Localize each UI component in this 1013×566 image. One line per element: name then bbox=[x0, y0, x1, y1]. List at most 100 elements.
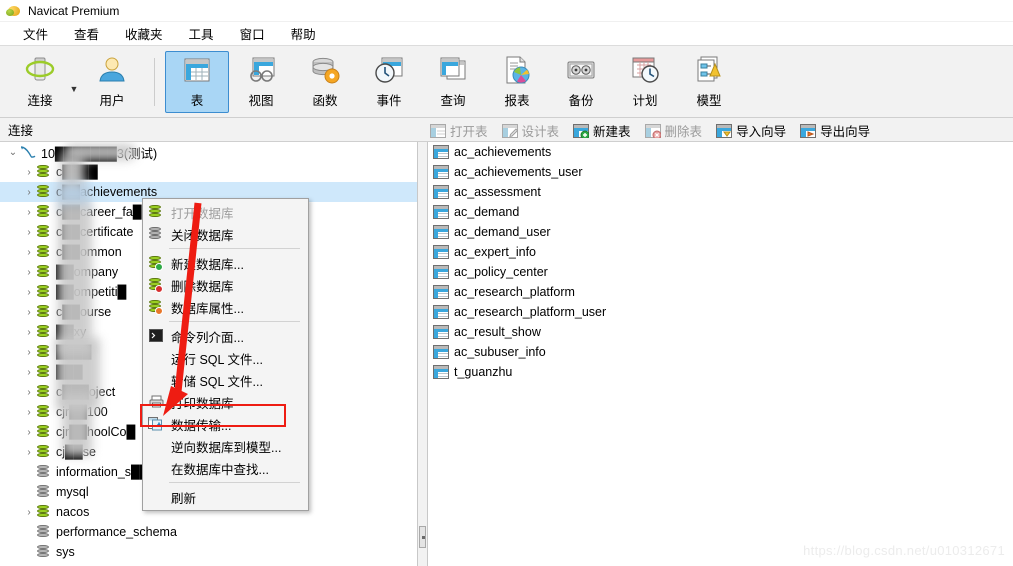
expand-arrow-icon[interactable]: › bbox=[22, 227, 36, 238]
toolbar-button-event[interactable]: 事件 bbox=[357, 51, 421, 113]
table-list-item[interactable]: ac_achievements_user bbox=[429, 162, 1013, 182]
table-icon bbox=[433, 265, 449, 279]
context-item-database-properties[interactable]: 数据库属性... bbox=[143, 296, 308, 318]
expand-arrow-icon[interactable]: › bbox=[22, 427, 36, 438]
context-item-run-sql-file[interactable]: 运行 SQL 文件... bbox=[143, 347, 308, 369]
context-label: 数据传输... bbox=[171, 418, 232, 433]
open-table-button[interactable]: 打开表 bbox=[428, 120, 490, 141]
context-item-open-database[interactable]: 打开数据库 bbox=[143, 201, 308, 223]
table-list-item[interactable]: ac_demand bbox=[429, 202, 1013, 222]
table-name: ac_demand bbox=[454, 205, 520, 219]
expand-arrow-icon[interactable]: › bbox=[22, 447, 36, 458]
tree-database-label: nacos bbox=[56, 505, 90, 519]
menu-help[interactable]: 帮助 bbox=[278, 22, 329, 45]
expand-arrow-icon[interactable]: › bbox=[22, 287, 36, 298]
delete-database-icon bbox=[147, 277, 165, 293]
toolbar-button-view[interactable]: 视图 bbox=[229, 51, 293, 113]
toolbar-button-backup[interactable]: 备份 bbox=[549, 51, 613, 113]
tree-database-node[interactable]: ›performance_schema bbox=[0, 522, 417, 542]
expand-arrow-icon[interactable]: › bbox=[22, 247, 36, 258]
toolbar-button-schedule[interactable]: 计划 bbox=[613, 51, 677, 113]
context-item-new-database[interactable]: 新建数据库... bbox=[143, 252, 308, 274]
context-item-console[interactable]: 命令列介面... bbox=[143, 325, 308, 347]
tree-database-label: information_s██ bbox=[56, 465, 149, 479]
expand-arrow-icon[interactable]: › bbox=[22, 327, 36, 338]
table-list-item[interactable]: ac_policy_center bbox=[429, 262, 1013, 282]
context-item-delete-database[interactable]: 删除数据库 bbox=[143, 274, 308, 296]
watermark-text: https://blog.csdn.net/u010312671 bbox=[803, 543, 1005, 558]
navicat-logo-icon bbox=[6, 3, 22, 19]
design-table-button[interactable]: 设计表 bbox=[500, 120, 562, 141]
table-list-item[interactable]: ac_subuser_info bbox=[429, 342, 1013, 362]
table-list-item[interactable]: ac_demand_user bbox=[429, 222, 1013, 242]
menu-window[interactable]: 窗口 bbox=[227, 22, 278, 45]
table-list: ac_achievements ac_achievements_user ac_as… bbox=[429, 142, 1013, 382]
table-icon bbox=[433, 185, 449, 199]
table-list-item[interactable]: ac_research_platform_user bbox=[429, 302, 1013, 322]
database-closed-icon bbox=[36, 465, 51, 479]
context-separator bbox=[169, 248, 300, 249]
database-open-icon bbox=[36, 305, 51, 319]
splitter-grip[interactable] bbox=[419, 526, 426, 548]
expand-arrow-icon[interactable]: › bbox=[22, 187, 36, 198]
event-icon bbox=[373, 54, 405, 86]
expand-arrow-icon[interactable]: › bbox=[22, 387, 36, 398]
import-wizard-button[interactable]: 导入向导 bbox=[714, 120, 788, 141]
context-item-close-database[interactable]: 关闭数据库 bbox=[143, 223, 308, 245]
expand-arrow-icon[interactable]: › bbox=[22, 267, 36, 278]
table-list-item[interactable]: ac_research_platform bbox=[429, 282, 1013, 302]
expand-arrow-icon[interactable]: › bbox=[22, 347, 36, 358]
toolbar-button-user[interactable]: 用户 bbox=[80, 51, 144, 113]
expand-arrow-icon[interactable]: › bbox=[22, 367, 36, 378]
menu-file[interactable]: 文件 bbox=[10, 22, 61, 45]
menu-tools[interactable]: 工具 bbox=[176, 22, 227, 45]
toolbar-button-report[interactable]: 报表 bbox=[485, 51, 549, 113]
context-item-print-database[interactable]: 打印数据库 bbox=[143, 391, 308, 413]
panel-splitter[interactable] bbox=[418, 142, 428, 566]
database-closed-icon bbox=[36, 525, 51, 539]
expand-arrow-icon[interactable]: ⌄ bbox=[6, 147, 20, 158]
export-wizard-button[interactable]: 导出向导 bbox=[798, 120, 872, 141]
table-icon bbox=[433, 345, 449, 359]
chevron-down-icon[interactable]: ▼ bbox=[68, 70, 80, 94]
expand-arrow-icon[interactable]: › bbox=[22, 207, 36, 218]
toolbar-button-connection[interactable]: 连接 bbox=[8, 51, 72, 113]
table-list-item[interactable]: ac_assessment bbox=[429, 182, 1013, 202]
context-item-data-transfer[interactable]: 数据传输... bbox=[143, 413, 308, 435]
toolbar-label-schedule: 计划 bbox=[632, 94, 658, 108]
tree-database-node[interactable]: ›sys bbox=[0, 542, 417, 562]
toolbar-button-function[interactable]: 函数 bbox=[293, 51, 357, 113]
database-open-icon bbox=[36, 325, 51, 339]
table-name: ac_result_show bbox=[454, 325, 541, 339]
console-icon bbox=[147, 328, 165, 344]
expand-arrow-icon[interactable]: › bbox=[22, 167, 36, 178]
delete-table-button[interactable]: 删除表 bbox=[643, 120, 705, 141]
expand-arrow-icon[interactable]: › bbox=[22, 407, 36, 418]
new-table-button[interactable]: 新建表 bbox=[571, 120, 633, 141]
main-toolbar: 连接 ▼ 用户 表 视图 函数 事件 查询 报表 备份 计划 模型 bbox=[0, 46, 1013, 118]
menu-favorites[interactable]: 收藏夹 bbox=[112, 22, 176, 45]
expand-arrow-icon[interactable]: › bbox=[22, 507, 36, 518]
table-list-item[interactable]: t_guanzhu bbox=[429, 362, 1013, 382]
context-label: 逆向数据库到模型... bbox=[171, 440, 282, 455]
toolbar-button-model[interactable]: 模型 bbox=[677, 51, 741, 113]
context-item-dump-sql-file[interactable]: 转储 SQL 文件... bbox=[143, 369, 308, 391]
context-item-reverse-database-to-model[interactable]: 逆向数据库到模型... bbox=[143, 435, 308, 457]
export-wizard-label: 导出向导 bbox=[820, 125, 871, 139]
query-icon bbox=[437, 54, 469, 86]
table-list-item[interactable]: ac_expert_info bbox=[429, 242, 1013, 262]
database-context-menu[interactable]: 打开数据库 关闭数据库 新建数据库... 删除数据库 数据库属性... 命令列介… bbox=[142, 198, 309, 511]
user-icon bbox=[96, 54, 128, 86]
table-list-panel[interactable]: ac_achievements ac_achievements_user ac_as… bbox=[429, 142, 1013, 566]
database-open-icon bbox=[36, 445, 51, 459]
table-list-item[interactable]: ac_result_show bbox=[429, 322, 1013, 342]
menu-view[interactable]: 查看 bbox=[61, 22, 112, 45]
backup-icon bbox=[565, 54, 597, 86]
context-item-refresh[interactable]: 刷新 bbox=[143, 486, 308, 508]
table-list-item[interactable]: ac_achievements bbox=[429, 142, 1013, 162]
expand-arrow-icon[interactable]: › bbox=[22, 307, 36, 318]
toolbar-button-table[interactable]: 表 bbox=[165, 50, 229, 113]
toolbar-button-query[interactable]: 查询 bbox=[421, 51, 485, 113]
mysql-connection-icon bbox=[20, 145, 36, 159]
context-item-find-in-database[interactable]: 在数据库中查找... bbox=[143, 457, 308, 479]
